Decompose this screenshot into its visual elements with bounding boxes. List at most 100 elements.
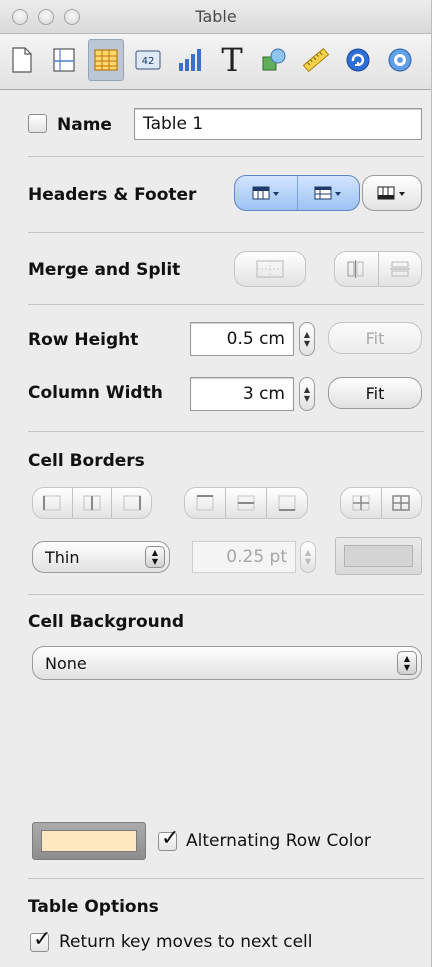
header-columns-button[interactable] [298,176,360,210]
vertical-borders-segmented-control [32,487,152,519]
cell-background-value: None [45,653,87,673]
divider [28,304,424,305]
merge-cells-button[interactable] [235,252,305,286]
tab-layout[interactable] [46,39,82,81]
name-checkbox[interactable] [28,114,47,133]
table-name-field[interactable]: Table 1 [134,108,422,140]
column-width-stepper[interactable]: ▲ ▼ [299,377,315,411]
quicktime-icon [388,48,412,72]
svg-text:42: 42 [142,56,155,67]
split-columns-button[interactable] [335,252,379,286]
split-columns-icon [347,260,364,278]
all-borders-button[interactable] [382,488,422,518]
merge-cells-control [234,251,306,287]
bottom-border-icon [278,495,296,511]
column-width-label: Column Width [28,383,163,403]
tab-metrics[interactable] [298,39,334,81]
row-height-fit-button[interactable]: Fit [328,322,422,354]
border-color-well[interactable] [335,537,422,575]
stepper-up-icon: ▲ [303,385,311,394]
stepper-up-icon: ▲ [304,548,312,557]
footer-rows-control [362,175,422,211]
header-rows-button[interactable] [235,176,298,210]
right-border-button[interactable] [112,488,151,518]
inner-horizontal-border-button[interactable] [226,488,267,518]
checkmark-icon: ✓ [33,927,52,952]
table-options-label: Table Options [28,897,159,917]
split-rows-icon [389,261,410,277]
alternating-row-label: Alternating Row Color [186,831,371,851]
table-icon [94,49,118,71]
tab-document[interactable] [4,39,40,81]
stepper-down-icon: ▼ [304,557,312,566]
popup-arrows-icon: ▲ ▼ [145,546,165,568]
alternating-row-color-swatch [41,830,137,852]
popup-arrows-icon: ▲ ▼ [397,651,417,675]
row-height-label: Row Height [28,330,139,350]
column-width-fit-button[interactable]: Fit [328,377,422,409]
name-label: Name [57,115,112,135]
right-border-icon [123,495,141,511]
tab-format[interactable]: 42 [130,39,166,81]
left-border-button[interactable] [33,488,73,518]
top-border-icon [196,495,214,511]
tab-quicktime[interactable] [382,39,418,81]
tab-chart[interactable] [172,39,208,81]
inner-vertical-border-button[interactable] [73,488,113,518]
stepper-up-icon: ▲ [303,330,311,339]
merge-cells-icon [256,260,284,278]
column-width-field[interactable]: 3 cm [190,377,294,411]
checkmark-icon: ✓ [161,826,180,851]
top-border-button[interactable] [185,488,226,518]
tab-table[interactable] [88,39,124,81]
stepper-down-icon: ▼ [303,394,311,403]
left-border-icon [43,495,61,511]
chart-icon [179,49,201,71]
border-width-field[interactable]: 0.25 pt [192,541,296,573]
cell-background-popup[interactable]: None ▲ ▼ [32,646,422,680]
format-icon: 42 [135,50,161,70]
tab-graphic[interactable] [256,39,292,81]
all-borders-segmented-control [340,487,422,519]
header-rows-segmented-control [234,175,360,211]
divider [28,232,424,233]
inner-borders-icon [352,495,370,511]
layout-icon [53,48,75,72]
divider [28,594,424,595]
document-icon [12,47,32,73]
tab-hyperlink[interactable] [340,39,376,81]
border-width-stepper[interactable]: ▲ ▼ [300,541,316,573]
tab-text[interactable]: T [214,39,250,81]
border-color-swatch [344,545,413,567]
divider [28,431,424,432]
headers-footer-label: Headers & Footer [28,185,197,205]
row-height-field[interactable]: 0.5 cm [190,322,294,356]
bottom-border-button[interactable] [267,488,307,518]
merge-split-label: Merge and Split [28,260,181,280]
return-key-label: Return key moves to next cell [59,932,313,952]
title-bar: Table [0,0,431,34]
divider [28,878,424,879]
alternating-row-checkbox[interactable]: ✓ [158,826,179,851]
footer-rows-icon [377,186,405,200]
footer-rows-button[interactable] [363,176,421,210]
inner-horizontal-border-icon [237,495,255,511]
all-borders-icon [392,495,410,511]
metrics-icon [302,47,330,73]
header-columns-icon [314,186,342,200]
stepper-down-icon: ▼ [303,339,311,348]
cell-background-label: Cell Background [28,612,184,632]
return-key-checkbox[interactable]: ✓ [30,927,51,952]
inspector-window: Table 42 T Name Table 1 Headers & Footer… [0,0,432,967]
alternating-row-color-well[interactable] [32,822,146,860]
split-cells-segmented-control [334,251,422,287]
border-style-value: Thin [45,547,80,567]
text-icon: T [221,41,243,79]
graphic-icon [262,48,286,71]
border-style-popup[interactable]: Thin ▲ ▼ [32,541,170,573]
split-rows-button[interactable] [379,252,422,286]
hyperlink-icon [346,48,370,72]
row-height-stepper[interactable]: ▲ ▼ [299,322,315,356]
inner-borders-button[interactable] [341,488,382,518]
cell-borders-label: Cell Borders [28,451,145,471]
